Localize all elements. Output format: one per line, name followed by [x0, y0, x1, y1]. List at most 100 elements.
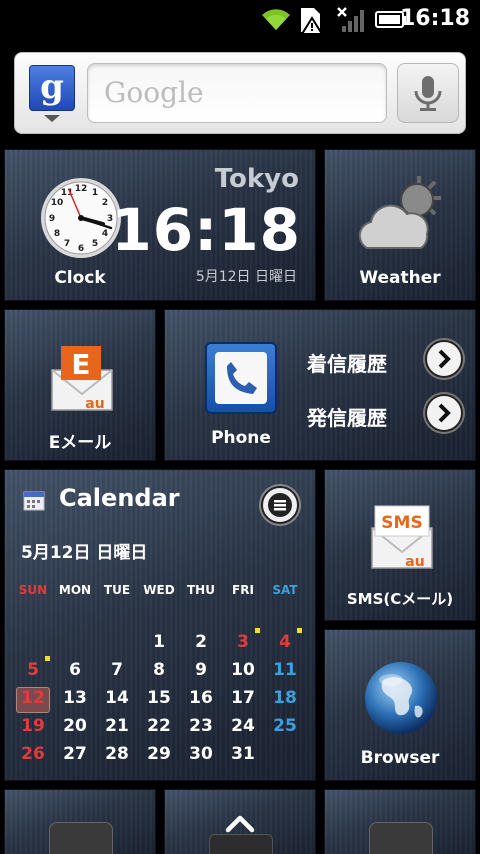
wifi-icon	[262, 9, 290, 31]
microphone-icon	[414, 76, 442, 111]
svg-text:12: 12	[75, 184, 88, 194]
calendar-day[interactable]: 18	[267, 688, 303, 708]
calendar-day[interactable]: 3	[225, 632, 261, 652]
google-search-widget: g Google	[14, 52, 466, 134]
partly-cloudy-icon	[358, 176, 441, 249]
clock-city: Tokyo	[214, 164, 299, 194]
calendar-title: Calendar	[59, 484, 180, 512]
outgoing-history-button[interactable]	[425, 394, 463, 432]
sms-tile[interactable]: SMS au SMS(Cメール)	[324, 469, 476, 621]
status-bar: 16:18	[0, 0, 480, 38]
calendar-day[interactable]: 13	[57, 688, 93, 708]
globe-icon	[365, 662, 437, 734]
weather-label: Weather	[359, 268, 441, 288]
calendar-current-date: 5月12日 日曜日	[21, 543, 148, 563]
outgoing-history-label: 発信履歴	[307, 406, 387, 430]
incoming-history-button[interactable]	[425, 340, 463, 378]
weekday-header: FRI	[232, 583, 254, 597]
svg-text:au: au	[85, 396, 104, 412]
weekday-header: WED	[143, 583, 175, 597]
calendar-day[interactable]: 11	[267, 660, 303, 680]
calendar-day[interactable]: 23	[183, 716, 219, 736]
svg-text:10: 10	[51, 198, 64, 208]
event-marker	[255, 628, 260, 633]
svg-text:SMS: SMS	[381, 513, 422, 533]
sms-envelope-icon: SMS au	[371, 505, 433, 570]
calendar-day[interactable]: 27	[57, 744, 93, 764]
calendar-day[interactable]: 15	[141, 688, 177, 708]
calendar-day[interactable]: 28	[99, 744, 135, 764]
calendar-day[interactable]: 16	[183, 688, 219, 708]
browser-tile[interactable]: Browser	[324, 629, 476, 781]
app-icon-partial	[369, 822, 433, 854]
search-input[interactable]: Google	[87, 63, 387, 123]
svg-text:1: 1	[92, 188, 98, 198]
email-tile[interactable]: E au Eメール	[4, 309, 156, 461]
calendar-day[interactable]: 17	[225, 688, 261, 708]
event-marker	[297, 628, 302, 633]
calendar-day[interactable]: 6	[57, 660, 93, 680]
calendar-day[interactable]: 10	[225, 660, 261, 680]
calendar-day[interactable]: 12	[15, 688, 51, 708]
svg-text:E: E	[71, 348, 90, 381]
weekday-header: TUE	[103, 583, 131, 597]
clock-digital-time: 16:18	[111, 196, 301, 264]
chevron-up-icon[interactable]	[222, 810, 258, 834]
calendar-day[interactable]: 19	[15, 716, 51, 736]
svg-text:8: 8	[54, 229, 60, 239]
calendar-day[interactable]: 20	[57, 716, 93, 736]
svg-text:7: 7	[64, 239, 70, 249]
phone-tile[interactable]: Phone 着信履歴 発信履歴	[164, 309, 476, 461]
clock-date: 5月12日 日曜日	[195, 269, 297, 285]
calendar-day[interactable]: 21	[99, 716, 135, 736]
calendar-day[interactable]: 26	[15, 744, 51, 764]
calendar-day[interactable]: 9	[183, 660, 219, 680]
calendar-day[interactable]: 1	[141, 632, 177, 652]
calendar-day[interactable]: 14	[99, 688, 135, 708]
app-icon-partial	[49, 822, 113, 854]
weekday-header: MON	[58, 583, 92, 597]
google-logo-button[interactable]: g	[29, 65, 75, 111]
calendar-day[interactable]: 5	[15, 660, 51, 680]
partial-tile-right[interactable]	[324, 789, 476, 854]
weather-tile[interactable]: Weather	[324, 149, 476, 301]
calendar-day[interactable]: 8	[141, 660, 177, 680]
svg-text:au: au	[405, 554, 424, 570]
calendar-day[interactable]: 7	[99, 660, 135, 680]
sms-label: SMS(Cメール)	[346, 590, 454, 608]
calendar-icon	[23, 491, 45, 511]
calendar-day[interactable]: 2	[183, 632, 219, 652]
calendar-day[interactable]: 24	[225, 716, 261, 736]
browser-label: Browser	[360, 748, 440, 768]
calendar-day[interactable]: 22	[141, 716, 177, 736]
calendar-tile[interactable]: Calendar 5月12日 日曜日 SUN MON TUE WED THU FRI SAT…	[4, 469, 316, 781]
weekday-header: SAT	[272, 583, 298, 597]
app-icon-partial	[209, 834, 273, 854]
calendar-day[interactable]: 4	[267, 632, 303, 652]
calendar-day[interactable]: 25	[267, 716, 303, 736]
phone-handset-icon	[215, 352, 267, 404]
weekday-header: THU	[187, 583, 215, 597]
status-time: 16:18	[399, 6, 470, 31]
incoming-history-label: 着信履歴	[307, 352, 387, 376]
calendar-day[interactable]: 29	[141, 744, 177, 764]
sd-card-warning-icon	[300, 8, 324, 34]
svg-text:4: 4	[102, 229, 108, 239]
voice-search-button[interactable]	[397, 63, 459, 123]
chevron-right-icon	[438, 403, 451, 423]
svg-text:5: 5	[92, 239, 98, 249]
calendar-menu-button[interactable]	[261, 486, 299, 524]
partial-tile-left[interactable]	[4, 789, 156, 854]
calendar-day[interactable]: 31	[225, 744, 261, 764]
phone-app-button[interactable]	[205, 342, 277, 414]
svg-text:2: 2	[102, 198, 108, 208]
weekday-header: SUN	[18, 583, 48, 597]
email-label: Eメール	[48, 433, 112, 453]
calendar-day[interactable]: 30	[183, 744, 219, 764]
clock-label: Clock	[54, 268, 106, 288]
event-marker	[45, 656, 50, 661]
clock-tile[interactable]: 12 1 2 345 678 9 10 11 Clock Tokyo 16:18 5月1…	[4, 149, 316, 301]
svg-text:9: 9	[49, 214, 55, 224]
chevron-down-icon	[44, 115, 60, 122]
menu-icon	[268, 493, 292, 517]
